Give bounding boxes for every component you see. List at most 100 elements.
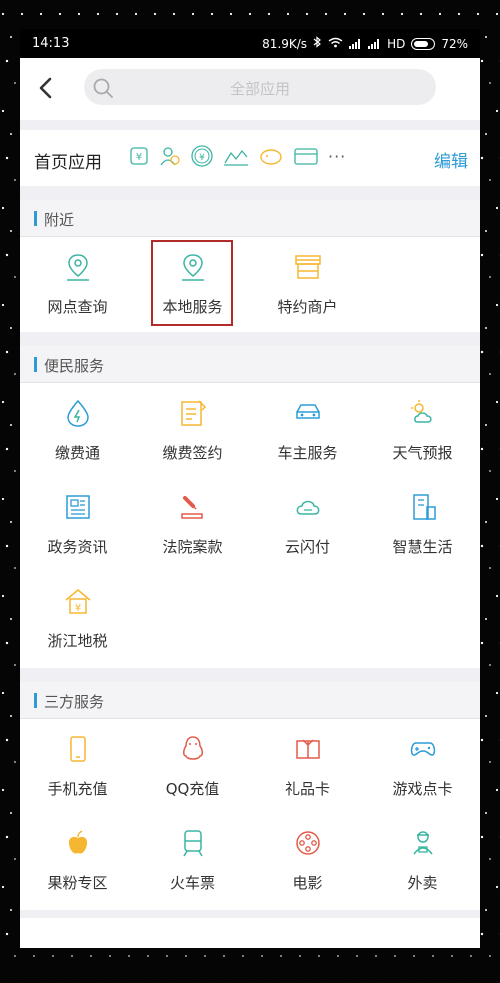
service-label: 天气预报: [392, 444, 453, 462]
service-label: 网点查询: [47, 298, 108, 316]
more-icon: ···: [328, 146, 347, 166]
service-court-payment[interactable]: 法院案款: [135, 478, 250, 572]
service-label: 火车票: [169, 874, 215, 892]
service-label: 缴费通: [54, 444, 100, 462]
map-pin-icon: [67, 254, 89, 281]
penguin-icon: [183, 736, 203, 760]
section-title: 三方服务: [44, 693, 105, 711]
section-third-party: 三方服务 手机充值 QQ充值 礼品卡 游戏点卡 果粉专区 火车票 电影 外卖: [20, 682, 480, 910]
section-title: 附近: [44, 211, 75, 229]
card-icon: [294, 148, 318, 165]
house-yuan-icon: ¥: [65, 589, 91, 614]
search-input[interactable]: 全部应用: [84, 69, 436, 105]
building-icon: [413, 494, 436, 520]
piggy-icon: [260, 149, 282, 165]
section-nearby: 附近 网点查询 本地服务 特约商户: [20, 200, 480, 332]
service-game-card[interactable]: 游戏点卡: [365, 720, 480, 814]
cloud-icon: [296, 500, 320, 515]
service-label: 游戏点卡: [392, 780, 453, 798]
service-apple-zone[interactable]: 果粉专区: [20, 814, 135, 908]
service-label: 车主服务: [277, 444, 338, 462]
back-button[interactable]: [32, 74, 60, 102]
bottom-spacer: [20, 918, 480, 948]
net-speed: 81.9K/s: [262, 36, 308, 51]
gamepad-icon: [410, 742, 436, 756]
chart-icon: [224, 149, 248, 166]
service-smart-life[interactable]: 智慧生活: [365, 478, 480, 572]
service-qq-topup[interactable]: QQ充值: [135, 720, 250, 814]
service-zj-tax[interactable]: ¥ 浙江地税: [20, 572, 135, 666]
service-bill-contract[interactable]: 缴费签约: [135, 384, 250, 478]
chevron-left-icon: [39, 77, 52, 99]
car-icon: [296, 404, 320, 419]
service-label: QQ充值: [165, 780, 220, 798]
weather-icon: [411, 400, 432, 423]
svg-text:¥: ¥: [136, 152, 142, 163]
phone-icon: [70, 736, 86, 762]
service-label: 电影: [292, 874, 323, 892]
section-header: 便民服务: [20, 346, 480, 383]
yuan-icon: ¥: [191, 145, 213, 167]
search-placeholder: 全部应用: [229, 80, 290, 98]
battery-icon: [411, 37, 436, 50]
service-movie[interactable]: 电影: [250, 814, 365, 908]
highlight-annotation: [151, 240, 233, 326]
service-label: 智慧生活: [392, 538, 453, 556]
section-header: 附近: [20, 200, 480, 237]
bluetooth-icon: [313, 36, 322, 51]
users-icon: [160, 147, 180, 166]
battery-percent: 72%: [441, 36, 468, 51]
service-label: 浙江地税: [47, 632, 108, 650]
svg-text:¥: ¥: [199, 153, 205, 163]
service-quickpass[interactable]: 云闪付: [250, 478, 365, 572]
svg-text:¥: ¥: [75, 603, 81, 614]
film-reel-icon: [296, 831, 320, 855]
service-branch-query[interactable]: 网点查询: [20, 238, 135, 332]
section-header: 三方服务: [20, 682, 480, 719]
shop-icon: [295, 255, 321, 279]
service-car-owner[interactable]: 车主服务: [250, 384, 365, 478]
service-gov-news[interactable]: 政务资讯: [20, 478, 135, 572]
status-right: 81.9K/s HD 72%: [262, 36, 468, 51]
signal-icon: [349, 38, 362, 49]
gavel-icon: [181, 496, 203, 519]
section-marker: [34, 211, 37, 226]
signal-icon-2: [368, 38, 381, 49]
apple-icon: [68, 830, 88, 854]
service-takeout[interactable]: 外卖: [365, 814, 480, 908]
section-convenience: 便民服务 缴费通 缴费签约 车主服务 天气预报 政务资讯 法院案款 云闪付 智慧…: [20, 346, 480, 668]
section-title: 便民服务: [44, 357, 105, 375]
top-bar: 全部应用: [20, 58, 480, 120]
service-bill-pay[interactable]: 缴费通: [20, 384, 135, 478]
service-train-ticket[interactable]: 火车票: [135, 814, 250, 908]
document-pen-icon: [181, 400, 207, 426]
home-apps-title: 首页应用: [34, 153, 102, 173]
service-label: 外卖: [407, 874, 438, 892]
service-gift-card[interactable]: 礼品卡: [250, 720, 365, 814]
service-label: 缴费签约: [162, 444, 223, 462]
service-label: 手机充值: [47, 780, 108, 798]
gift-card-icon: [296, 739, 320, 759]
service-label: 法院案款: [162, 538, 223, 556]
section-marker: [34, 357, 37, 372]
service-weather[interactable]: 天气预报: [365, 384, 480, 478]
wifi-icon: [328, 37, 343, 51]
app-screen: 14:13 81.9K/s HD 72% 全部应用 首页应用 ¥ ¥ ··· 编…: [20, 29, 480, 948]
home-apps-bar: 首页应用 ¥ ¥ ··· 编辑: [20, 130, 480, 186]
service-label: 政务资讯: [47, 538, 108, 556]
service-label: 果粉专区: [47, 874, 108, 892]
service-phone-topup[interactable]: 手机充值: [20, 720, 135, 814]
service-label: 礼品卡: [284, 780, 330, 798]
home-apps-icons[interactable]: ¥ ¥ ···: [128, 144, 346, 168]
hd-badge: HD: [387, 36, 406, 51]
service-merchant[interactable]: 特约商户: [250, 238, 365, 332]
service-label: 特约商户: [277, 298, 338, 316]
status-time: 14:13: [32, 36, 70, 51]
edit-button[interactable]: 编辑: [434, 147, 468, 172]
status-bar: 14:13 81.9K/s HD 72%: [20, 29, 480, 58]
service-label: 云闪付: [284, 538, 330, 556]
drop-bolt-icon: [67, 399, 89, 427]
train-icon: [183, 830, 203, 857]
section-marker: [34, 693, 37, 708]
transfer-icon: ¥: [130, 147, 148, 165]
